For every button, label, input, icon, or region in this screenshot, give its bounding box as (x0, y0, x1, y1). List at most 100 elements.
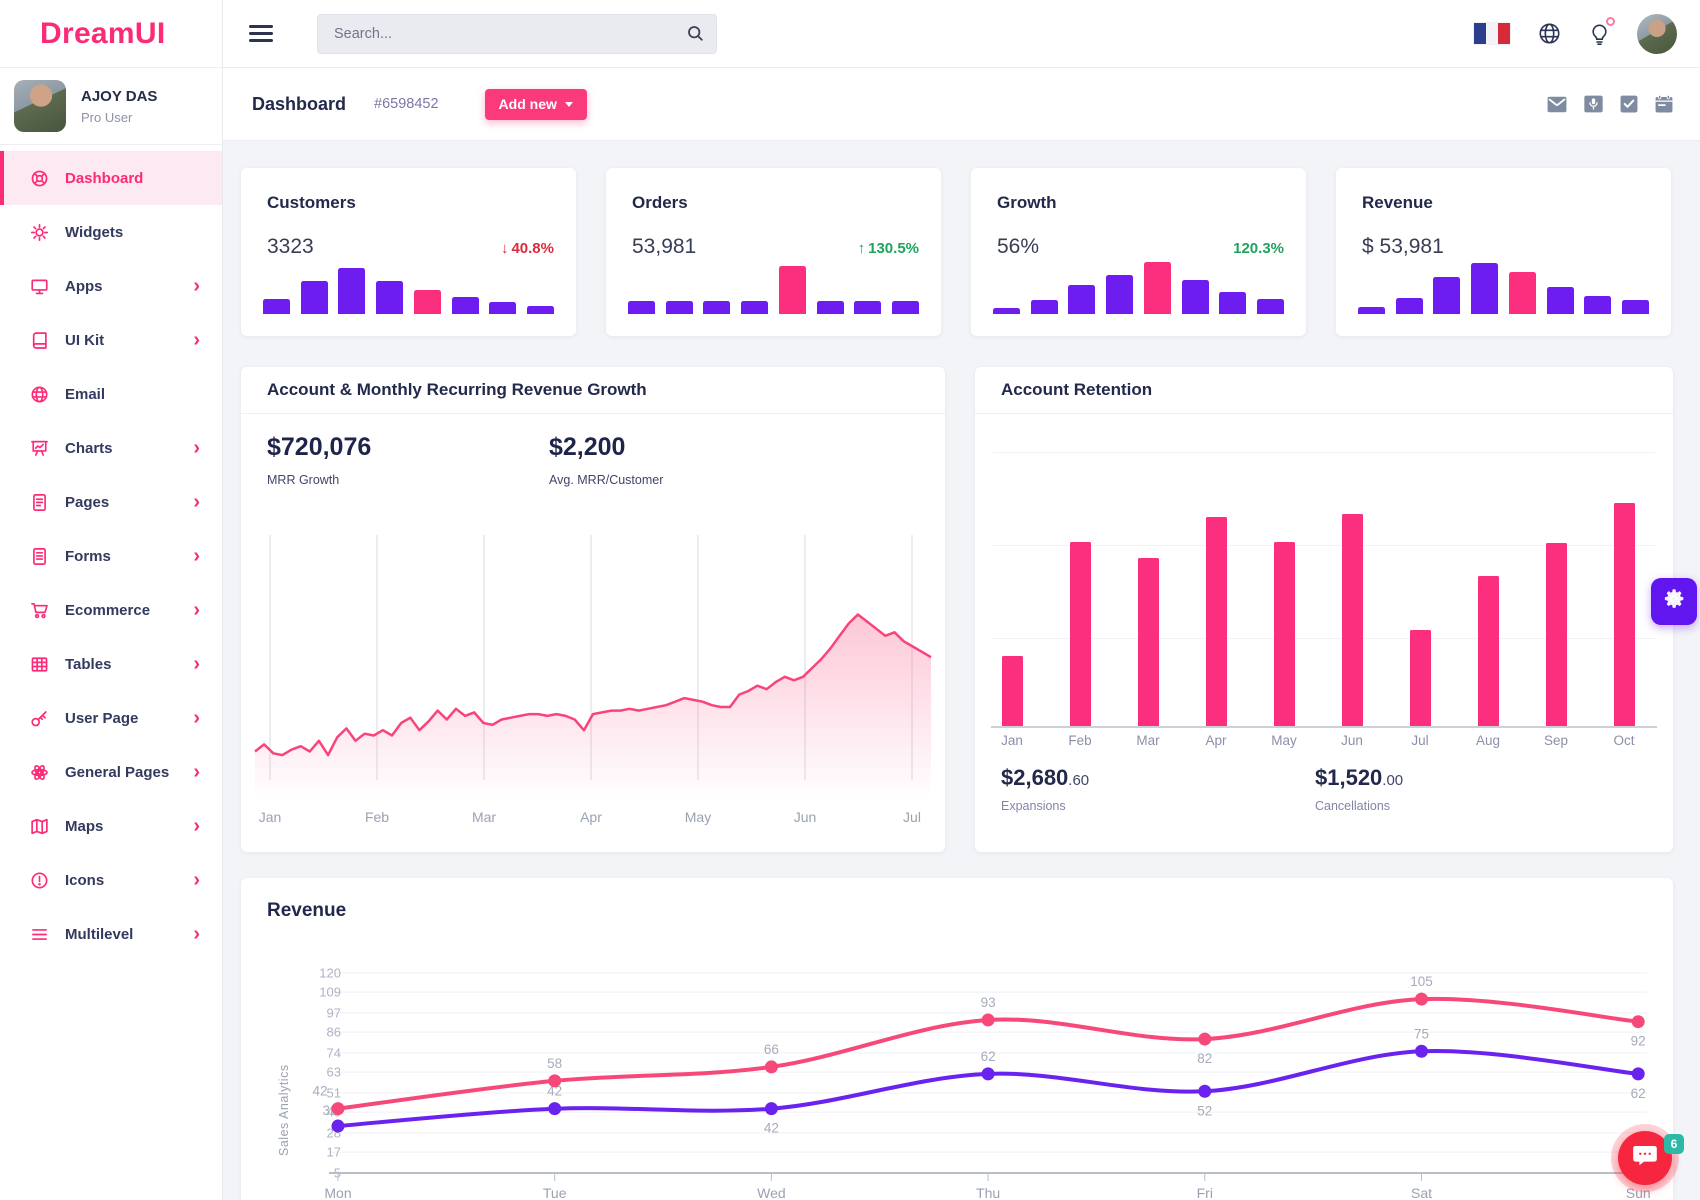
spark-bar (817, 301, 844, 314)
data-point-label: 75 (1414, 1026, 1429, 1041)
spark-bar (1106, 275, 1133, 314)
y-tick-label: 63 (327, 1065, 341, 1080)
sidebar-item-email[interactable]: Email › (0, 367, 222, 421)
chevron-right-icon: › (193, 819, 200, 833)
sidebar-item-icons[interactable]: Icons › (0, 853, 222, 907)
sidebar-item-ecommerce[interactable]: Ecommerce › (0, 583, 222, 637)
forms-icon (30, 547, 49, 566)
cancellations-value: $1,520.00 (1315, 765, 1403, 791)
chat-bubble-icon (1632, 1144, 1658, 1173)
sidebar-item-forms[interactable]: Forms › (0, 529, 222, 583)
sidebar-item-pages[interactable]: Pages › (0, 475, 222, 529)
sidebar-user-card[interactable]: AJOY DAS Pro User (0, 68, 222, 145)
settings-fab[interactable] (1651, 578, 1697, 625)
y-tick-label: 86 (327, 1025, 341, 1040)
x-axis-label: Thu (976, 1185, 1000, 1200)
expansions-value: $2,680.60 (1001, 765, 1315, 791)
sidebar-item-multilevel[interactable]: Multilevel › (0, 907, 222, 961)
x-axis-label: Jan (987, 733, 1037, 748)
lightbulb-icon[interactable] (1589, 22, 1610, 45)
spark-bar (1622, 300, 1649, 314)
y-tick-label: 51 (327, 1086, 341, 1101)
sidebar-item-apps[interactable]: Apps › (0, 259, 222, 313)
sidebar-item-general-pages[interactable]: General Pages › (0, 745, 222, 799)
data-point-label: 52 (1197, 1103, 1212, 1118)
sidebar-item-widgets[interactable]: Widgets › (0, 205, 222, 259)
x-axis-label: Mar (1123, 733, 1173, 748)
tables-icon (30, 655, 49, 674)
card-title: Account & Monthly Recurring Revenue Grow… (241, 367, 945, 414)
data-point (765, 1102, 778, 1115)
chevron-right-icon: › (193, 441, 200, 455)
mail-icon[interactable] (1547, 96, 1567, 113)
caret-down-icon (565, 102, 573, 107)
user-name: AJOY DAS (81, 88, 157, 105)
check-square-icon[interactable] (1620, 95, 1638, 113)
cancellations-label: Cancellations (1315, 799, 1403, 813)
retention-bar-apr (1206, 517, 1227, 726)
add-new-button[interactable]: Add new (485, 89, 587, 120)
y-tick-label: 109 (319, 985, 341, 1000)
revenue-line-chart: 12010997867463514028175MonTueWedThuFriSa… (241, 878, 1673, 1200)
apps-icon (30, 277, 49, 296)
data-point (1415, 993, 1428, 1006)
data-point (332, 1102, 345, 1115)
stat-card-value: 3323 (267, 235, 314, 259)
chevron-right-icon: › (193, 873, 200, 887)
account-retention-card: Account Retention JanFebMarAprMayJunJulA… (975, 367, 1673, 852)
ecommerce-icon (30, 601, 49, 620)
x-axis-label: Jan (240, 809, 300, 825)
dashboard-icon (30, 169, 49, 188)
retention-bar-oct (1614, 503, 1635, 726)
spark-bar (301, 281, 328, 314)
spark-bar (489, 302, 516, 314)
chevron-right-icon: › (193, 711, 200, 725)
calendar-icon[interactable] (1655, 95, 1673, 113)
microphone-icon[interactable] (1584, 95, 1603, 113)
mini-bar-chart (263, 262, 554, 314)
spark-bar (1068, 285, 1095, 314)
search-icon[interactable] (687, 25, 704, 47)
french-flag-icon[interactable] (1474, 23, 1510, 44)
x-axis-label: Jun (775, 809, 835, 825)
avatar[interactable] (1637, 14, 1677, 54)
sidebar-item-dashboard[interactable]: Dashboard › (0, 151, 222, 205)
spark-bar (1471, 263, 1498, 314)
page-header: Dashboard #6598452 Add new (223, 68, 1700, 141)
revenue-chart-card: Revenue Sales Analytics 1201099786746351… (241, 878, 1673, 1200)
sidebar-item-maps[interactable]: Maps › (0, 799, 222, 853)
notification-dot (1606, 17, 1615, 26)
avg-mrr-value: $2,200 (549, 433, 663, 462)
avatar (14, 80, 66, 132)
x-axis-label: Jul (1395, 733, 1445, 748)
x-axis-label: May (1259, 733, 1309, 748)
userpage-icon (30, 709, 49, 728)
uikit-icon (30, 331, 49, 350)
spark-bar (1584, 296, 1611, 314)
data-point-label: 42 (764, 1121, 779, 1136)
hamburger-menu-icon[interactable] (249, 25, 273, 42)
data-point-label: 42 (312, 1084, 327, 1099)
x-axis-label: Mar (454, 809, 514, 825)
search-input[interactable] (317, 14, 717, 54)
stat-card-revenue: Revenue $ 53,981 (1336, 168, 1671, 336)
sidebar-item-charts[interactable]: Charts › (0, 421, 222, 475)
data-point-label: 93 (981, 995, 996, 1010)
brand-logo[interactable]: DreamUI (0, 0, 222, 68)
data-point-label: 92 (1631, 1034, 1646, 1049)
spark-bar (414, 290, 441, 314)
page-title: Dashboard (252, 94, 346, 115)
sidebar-item-user-page[interactable]: User Page › (0, 691, 222, 745)
mini-bar-chart (628, 262, 919, 314)
stat-card-title: Growth (997, 193, 1284, 213)
pages-icon (30, 493, 49, 512)
sidebar-item-tables[interactable]: Tables › (0, 637, 222, 691)
stat-card-customers: Customers 3323 ↓40.8% (241, 168, 576, 336)
x-axis-line (991, 726, 1657, 728)
mrr-growth-card: Account & Monthly Recurring Revenue Grow… (241, 367, 945, 852)
spark-bar (376, 281, 403, 314)
globe-icon[interactable] (1538, 22, 1561, 45)
data-point (1632, 1015, 1645, 1028)
stat-card-growth: Growth 56% 120.3% (971, 168, 1306, 336)
sidebar-item-ui-kit[interactable]: UI Kit › (0, 313, 222, 367)
